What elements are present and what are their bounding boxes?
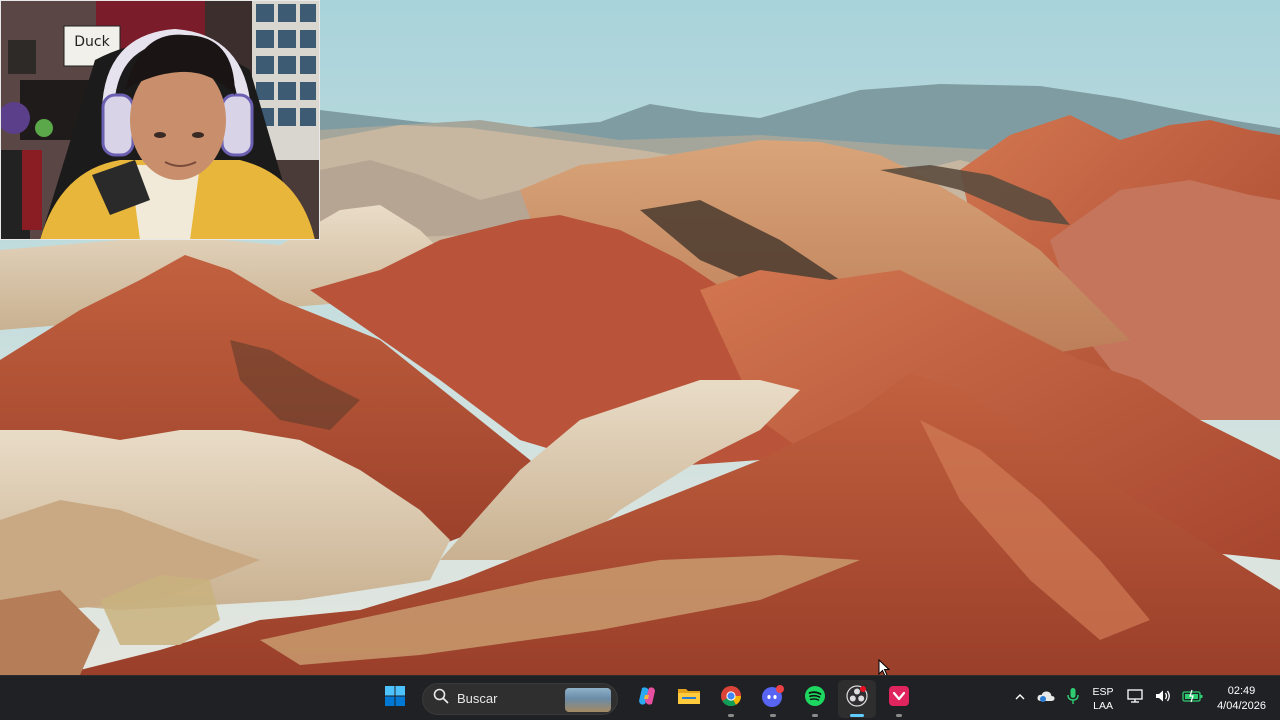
microphone-icon	[1066, 687, 1080, 710]
webcam-sign-text: Duck	[74, 34, 110, 50]
search-label: Buscar	[457, 691, 498, 706]
windows-logo-icon	[384, 685, 406, 712]
running-indicator	[812, 713, 818, 717]
copilot-icon	[636, 685, 658, 712]
obs-icon	[846, 685, 868, 712]
start-button[interactable]	[376, 680, 414, 718]
taskbar-app-copilot[interactable]	[628, 680, 666, 718]
running-indicator	[728, 713, 734, 717]
tray-onedrive-button[interactable]	[1031, 676, 1061, 720]
clock[interactable]: 02:49 4/04/2026	[1209, 676, 1280, 720]
tray-volume-button[interactable]	[1149, 676, 1177, 720]
cloud-icon	[1036, 688, 1056, 709]
running-indicator	[896, 713, 902, 717]
language-code: ESP	[1092, 685, 1114, 698]
spotify-icon	[804, 685, 826, 712]
taskbar-app-discord[interactable]	[754, 680, 792, 718]
volume-icon	[1154, 688, 1172, 709]
show-hidden-icons-button[interactable]	[1009, 676, 1031, 720]
taskbar-apps: Buscar	[374, 676, 920, 720]
chrome-icon	[720, 685, 742, 712]
folder-icon	[677, 685, 701, 712]
active-indicator	[850, 713, 864, 717]
webcam-overlay: Duck	[0, 0, 320, 240]
taskbar-app-chrome[interactable]	[712, 680, 750, 718]
search-icon	[433, 688, 449, 709]
running-indicator	[770, 713, 776, 717]
taskbar-search-box[interactable]: Buscar	[422, 682, 618, 715]
clock-time: 02:49	[1227, 684, 1256, 697]
red-app-icon	[888, 685, 910, 712]
tray-battery-button[interactable]	[1177, 676, 1209, 720]
network-icon	[1126, 688, 1144, 709]
taskbar-app-spotify[interactable]	[796, 680, 834, 718]
taskbar-app-red[interactable]	[880, 680, 918, 718]
taskbar: Buscar ESP LAA 02:49 4/04/2026	[0, 675, 1280, 720]
search-highlight-image	[565, 687, 611, 712]
battery-icon	[1182, 689, 1204, 708]
taskbar-app-file-explorer[interactable]	[670, 680, 708, 718]
system-tray: ESP LAA 02:49 4/04/2026	[1009, 676, 1280, 720]
taskbar-app-obs[interactable]	[838, 679, 876, 718]
clock-date: 4/04/2026	[1217, 699, 1266, 712]
tray-network-button[interactable]	[1121, 676, 1149, 720]
discord-icon	[761, 685, 785, 712]
chevron-up-icon	[1014, 690, 1026, 708]
keyboard-layout: LAA	[1093, 699, 1113, 712]
tray-microphone-button[interactable]	[1061, 676, 1085, 720]
language-indicator[interactable]: ESP LAA	[1085, 676, 1121, 720]
